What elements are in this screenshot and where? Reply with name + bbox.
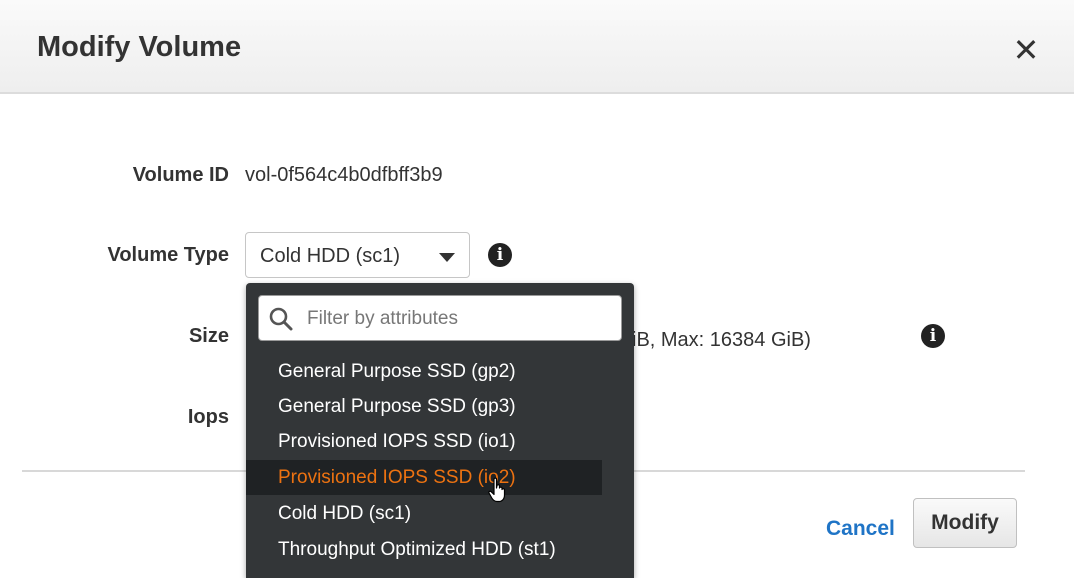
volume-type-dropdown: General Purpose SSD (gp2) General Purpos… bbox=[246, 283, 634, 578]
size-hint: iB, Max: 16384 GiB) bbox=[632, 329, 811, 351]
volume-id-value: vol-0f564c4b0dfbff3b9 bbox=[245, 164, 443, 186]
dialog-header: Modify Volume ✕ bbox=[0, 0, 1074, 94]
volume-type-label: Volume Type bbox=[107, 244, 229, 266]
dialog-title: Modify Volume bbox=[37, 31, 242, 63]
option-gp3[interactable]: General Purpose SSD (gp3) bbox=[246, 389, 602, 424]
modify-button[interactable]: Modify bbox=[913, 498, 1017, 548]
cancel-button[interactable]: Cancel bbox=[826, 517, 895, 541]
volume-type-selected-value: Cold HDD (sc1) bbox=[260, 245, 401, 267]
option-io2[interactable]: Provisioned IOPS SSD (io2) bbox=[246, 460, 602, 495]
option-io1[interactable]: Provisioned IOPS SSD (io1) bbox=[246, 424, 602, 459]
chevron-down-icon bbox=[439, 253, 455, 262]
info-icon[interactable]: i bbox=[488, 243, 512, 267]
filter-input[interactable] bbox=[305, 302, 609, 336]
close-icon[interactable]: ✕ bbox=[1010, 34, 1042, 66]
volume-id-label: Volume ID bbox=[132, 164, 229, 186]
hand-pointer-icon bbox=[488, 477, 506, 503]
info-icon[interactable]: i bbox=[921, 324, 945, 348]
iops-label: Iops bbox=[187, 406, 229, 428]
volume-type-select[interactable]: Cold HDD (sc1) bbox=[245, 232, 470, 278]
size-label: Size bbox=[188, 325, 229, 347]
option-st1[interactable]: Throughput Optimized HDD (st1) bbox=[246, 532, 602, 567]
option-gp2[interactable]: General Purpose SSD (gp2) bbox=[246, 354, 602, 389]
search-icon bbox=[269, 307, 293, 331]
option-sc1[interactable]: Cold HDD (sc1) bbox=[246, 496, 602, 531]
filter-field[interactable] bbox=[258, 295, 622, 341]
